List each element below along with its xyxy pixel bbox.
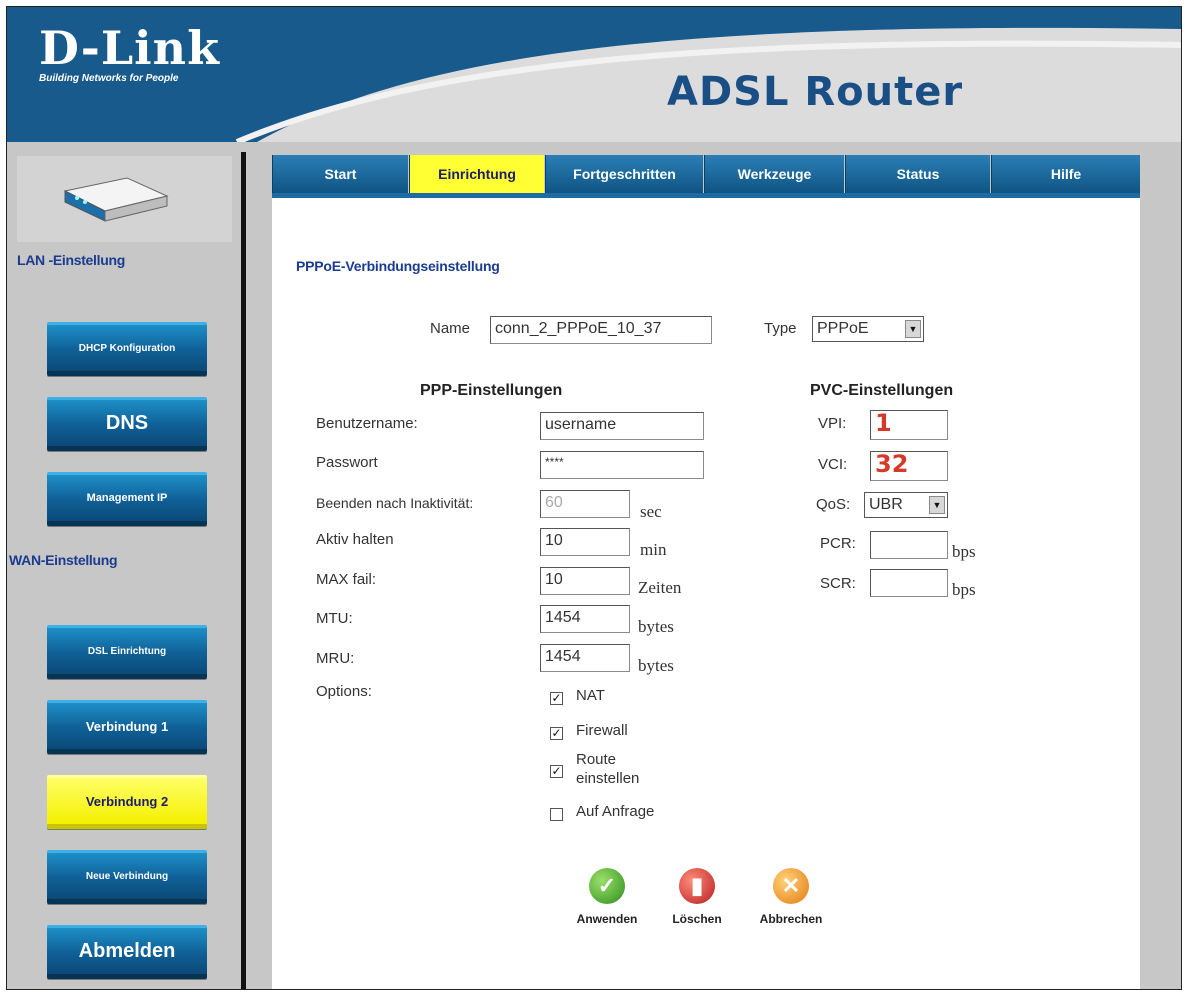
- maxfail-input[interactable]: 10: [540, 567, 630, 595]
- vci-label: VCI:: [818, 456, 848, 473]
- nav-dns-button[interactable]: DNS: [47, 397, 207, 451]
- password-input[interactable]: ****: [540, 451, 704, 479]
- qos-label: QoS:: [816, 496, 851, 513]
- type-select-value: PPPoE: [817, 320, 869, 337]
- pcr-label: PCR:: [820, 535, 856, 552]
- mru-label: MRU:: [316, 650, 355, 667]
- connection-name-input[interactable]: conn_2_PPPoE_10_37: [490, 316, 712, 344]
- keepalive-label: Aktiv halten: [316, 531, 394, 548]
- nav-connection-2-button[interactable]: Verbindung 2: [47, 775, 207, 829]
- on-demand-checkbox[interactable]: [550, 808, 563, 821]
- options-label: Options:: [316, 683, 372, 700]
- chevron-down-icon[interactable]: ▼: [905, 320, 921, 338]
- router-device-image: [17, 156, 232, 242]
- username-input[interactable]: username: [540, 412, 704, 440]
- idle-timeout-unit: sec: [640, 502, 662, 521]
- qos-select[interactable]: UBR ▼: [864, 492, 948, 518]
- nav-new-connection-button[interactable]: Neue Verbindung: [47, 850, 207, 904]
- tab-bar: Start Einrichtung Fortgeschritten Werkze…: [272, 155, 1140, 193]
- page-title: PPPoE-Verbindungseinstellung: [296, 258, 500, 274]
- type-select[interactable]: PPPoE ▼: [812, 316, 924, 342]
- sidebar: LAN -Einstellung DHCP Konfiguration DNS …: [7, 152, 239, 989]
- maxfail-unit: Zeiten: [638, 578, 682, 597]
- mru-unit: bytes: [638, 656, 674, 675]
- tab-werkzeuge[interactable]: Werkzeuge: [704, 155, 844, 193]
- apply-label: Anwenden: [576, 912, 638, 926]
- name-label: Name: [430, 320, 471, 337]
- ppp-heading: PPP-Einstellungen: [420, 382, 563, 399]
- type-label: Type: [764, 320, 797, 337]
- dlink-logo: D-Link Building Networks for People: [39, 25, 220, 84]
- idle-timeout-label: Beenden nach Inaktivität:: [316, 495, 474, 511]
- vpi-value: 1: [875, 409, 892, 437]
- trash-icon: ▮: [679, 868, 715, 904]
- tab-status[interactable]: Status: [845, 155, 990, 193]
- mtu-unit: bytes: [638, 617, 674, 636]
- pcr-input[interactable]: [870, 531, 948, 559]
- logout-button[interactable]: Abmelden: [47, 925, 207, 979]
- firewall-label: Firewall: [576, 722, 628, 739]
- pvc-heading: PVC-Einstellungen: [810, 382, 954, 399]
- mtu-label: MTU:: [316, 610, 353, 627]
- brand-name: D-Link: [39, 21, 220, 75]
- nav-connection-1-button[interactable]: Verbindung 1: [47, 700, 207, 754]
- router-icon: [63, 177, 169, 222]
- apply-button[interactable]: ✓ Anwenden: [562, 868, 652, 926]
- on-demand-label: Auf Anfrage: [576, 803, 655, 820]
- nat-checkbox[interactable]: ✓: [550, 692, 563, 705]
- wan-heading: WAN-Einstellung: [9, 552, 118, 568]
- pcr-unit: bps: [952, 542, 976, 561]
- vci-value: 32: [875, 450, 909, 478]
- delete-label: Löschen: [672, 912, 722, 926]
- tab-start[interactable]: Start: [272, 155, 408, 193]
- mru-input[interactable]: 1454: [540, 644, 630, 672]
- close-icon: ✕: [773, 868, 809, 904]
- idle-timeout-input[interactable]: 60: [540, 490, 630, 518]
- scr-label: SCR:: [820, 575, 856, 592]
- chevron-down-icon[interactable]: ▼: [929, 496, 945, 514]
- scr-input[interactable]: [870, 569, 948, 597]
- checkmark-icon: ✓: [589, 868, 625, 904]
- nav-dhcp-button[interactable]: DHCP Konfiguration: [47, 322, 207, 376]
- tab-einrichtung[interactable]: Einrichtung: [409, 155, 544, 193]
- cancel-button[interactable]: ✕ Abbrechen: [746, 868, 836, 926]
- lan-heading: LAN -Einstellung: [17, 252, 125, 268]
- nav-management-ip-button[interactable]: Management IP: [47, 472, 207, 526]
- route-label-line2: einstellen: [576, 770, 640, 787]
- qos-select-value: UBR: [869, 496, 903, 513]
- keepalive-unit: min: [640, 540, 667, 559]
- content-panel: PPPoE-Verbindungseinstellung Name conn_2…: [272, 198, 1140, 989]
- tab-fortgeschritten[interactable]: Fortgeschritten: [545, 155, 703, 193]
- delete-button[interactable]: ▮ Löschen: [657, 868, 737, 926]
- keepalive-input[interactable]: 10: [540, 528, 630, 556]
- scr-unit: bps: [952, 580, 976, 599]
- route-label: Route einstellen: [576, 750, 639, 788]
- sidebar-divider: [241, 152, 246, 989]
- maxfail-label: MAX fail:: [316, 571, 377, 588]
- password-label: Passwort: [316, 454, 378, 471]
- route-label-line1: Route: [576, 751, 617, 768]
- router-window: D-Link Building Networks for People ADSL…: [6, 6, 1182, 990]
- nat-label: NAT: [576, 687, 605, 704]
- firewall-checkbox[interactable]: ✓: [550, 727, 563, 740]
- username-label: Benutzername:: [316, 415, 418, 432]
- cancel-label: Abbrechen: [759, 912, 823, 926]
- nav-dsl-setup-button[interactable]: DSL Einrichtung: [47, 625, 207, 679]
- vpi-label: VPI:: [818, 415, 847, 432]
- mtu-input[interactable]: 1454: [540, 605, 630, 633]
- product-title: ADSL Router: [667, 69, 964, 115]
- route-checkbox[interactable]: ✓: [550, 765, 563, 778]
- header: D-Link Building Networks for People ADSL…: [7, 7, 1181, 142]
- tab-hilfe[interactable]: Hilfe: [991, 155, 1140, 193]
